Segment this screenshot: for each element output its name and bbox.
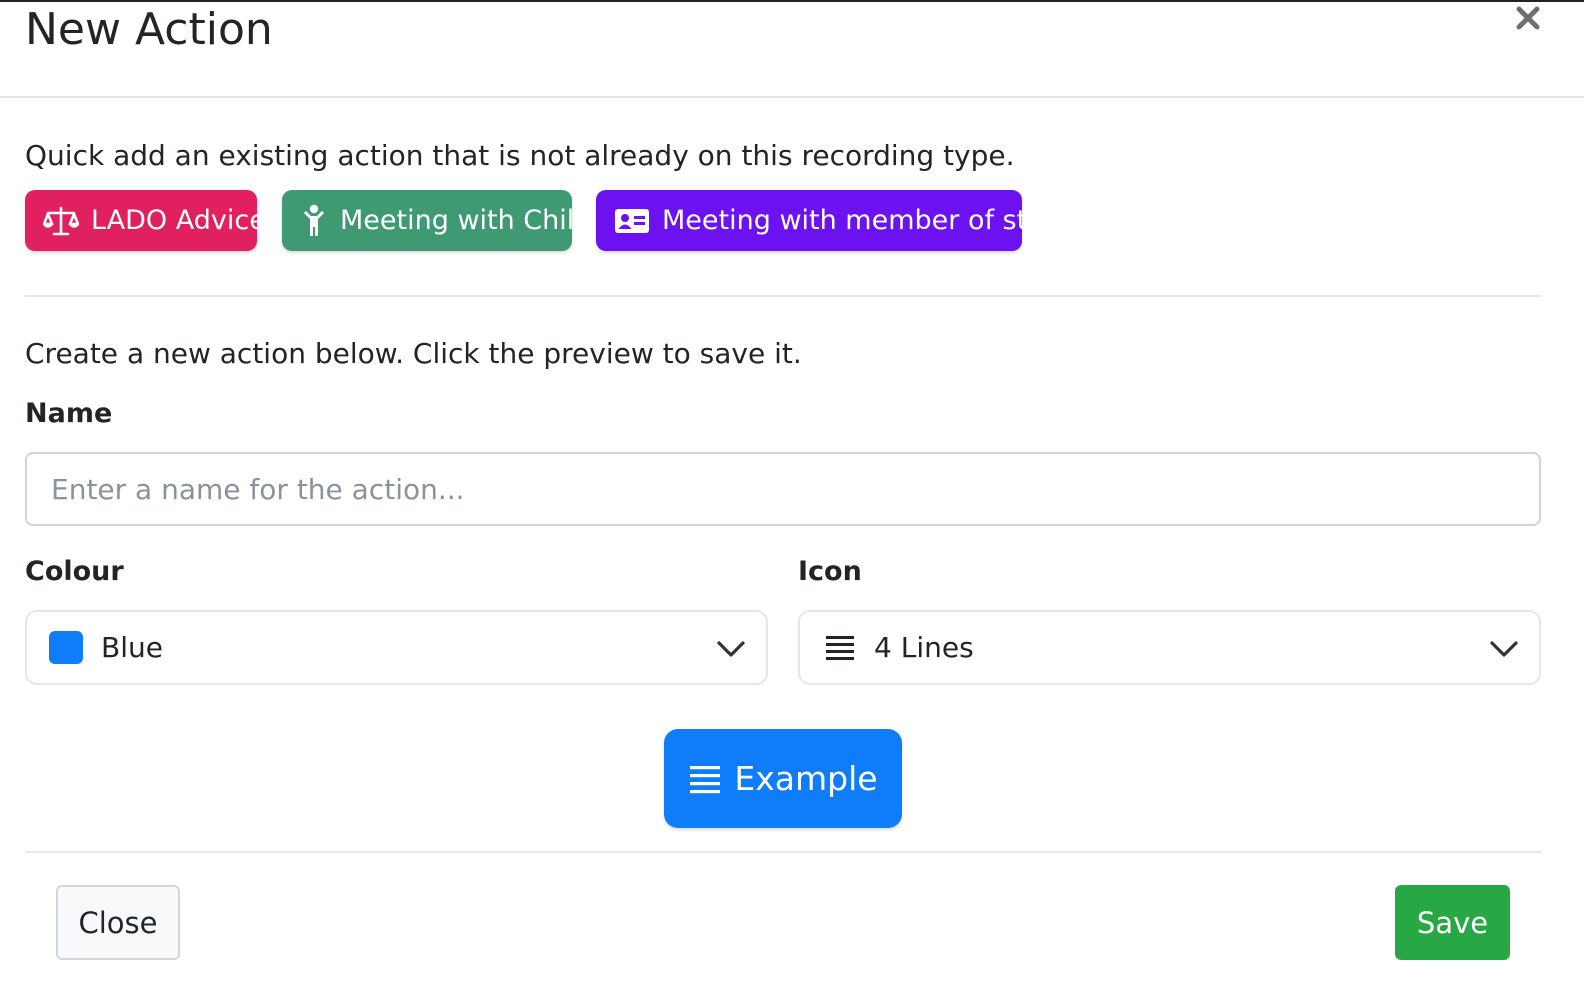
- section-divider: [25, 295, 1541, 297]
- chevron-down-icon: [1489, 636, 1519, 662]
- id-card-icon: [614, 205, 650, 237]
- name-input[interactable]: [25, 452, 1541, 526]
- four-lines-icon: [688, 763, 722, 795]
- chevron-down-icon: [716, 636, 746, 662]
- icon-select-value: 4 Lines: [874, 631, 974, 664]
- quick-add-lado-advice-label: LADO Advice: [91, 205, 266, 236]
- icon-select[interactable]: 4 Lines: [798, 610, 1541, 685]
- quick-add-meeting-with-child-label: Meeting with Child: [340, 205, 592, 236]
- colour-swatch: [49, 631, 83, 664]
- quick-add-meeting-with-staff[interactable]: Meeting with member of staff: [596, 190, 1062, 251]
- colour-label: Colour: [25, 556, 124, 587]
- footer-divider: [25, 851, 1541, 853]
- new-action-modal: New Action Quick add an existing action …: [0, 0, 1584, 982]
- name-label: Name: [25, 398, 113, 429]
- quick-add-text: Quick add an existing action that is not…: [25, 139, 1015, 172]
- modal-header: New Action: [0, 0, 1584, 98]
- preview-example-button[interactable]: Example: [664, 729, 902, 828]
- quick-add-lado-advice[interactable]: LADO Advice: [25, 190, 266, 251]
- close-icon[interactable]: [1512, 2, 1544, 34]
- close-button[interactable]: Close: [56, 885, 180, 960]
- icon-label: Icon: [798, 556, 862, 587]
- colour-select-value: Blue: [101, 631, 163, 664]
- save-button[interactable]: Save: [1395, 885, 1510, 960]
- quick-add-meeting-with-staff-label: Meeting with member of staff: [662, 205, 1063, 236]
- create-instructions: Create a new action below. Click the pre…: [25, 337, 802, 370]
- colour-select[interactable]: Blue: [25, 610, 768, 685]
- balance-scale-icon: [43, 205, 79, 237]
- quick-add-meeting-with-child[interactable]: Meeting with Child: [282, 190, 591, 251]
- modal-title: New Action: [25, 4, 273, 55]
- four-lines-icon: [824, 633, 856, 663]
- preview-example-label: Example: [734, 759, 878, 798]
- child-icon: [300, 204, 328, 237]
